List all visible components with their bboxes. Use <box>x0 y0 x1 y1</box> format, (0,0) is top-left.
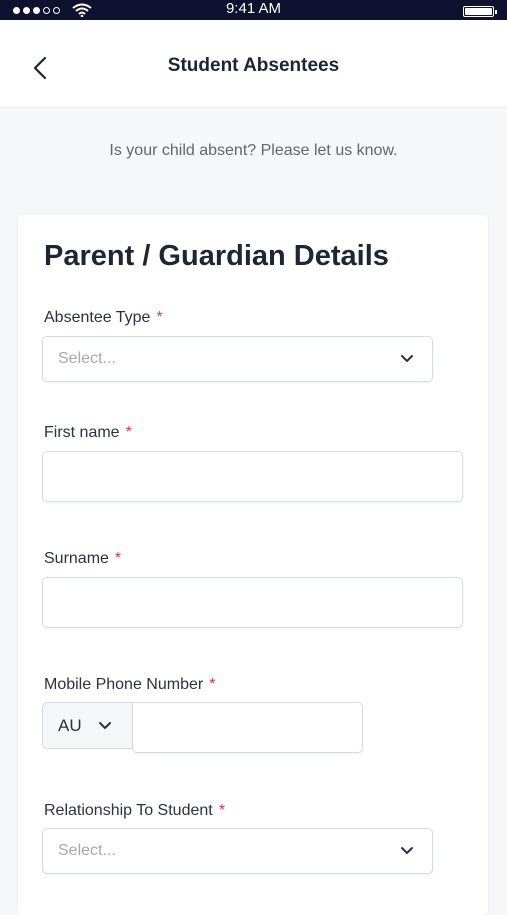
mobile-phone-label: Mobile Phone Number * <box>44 676 216 693</box>
relationship-label: Relationship To Student * <box>44 802 225 819</box>
page-title: Student Absentees <box>167 55 340 76</box>
required-marker: * <box>209 676 216 693</box>
required-marker: * <box>125 424 132 441</box>
status-bar: 9:41 AM <box>0 0 507 20</box>
navigation-bar: Student Absentees <box>0 20 507 108</box>
relationship-select[interactable]: Select... <box>42 828 433 874</box>
parent-guardian-form: Parent / Guardian Details Absentee Type *… <box>18 215 488 915</box>
mobile-phone-field[interactable] <box>132 702 363 753</box>
chevron-down-icon <box>401 355 413 362</box>
country-code-select[interactable]: AU <box>42 702 133 749</box>
battery-icon <box>463 6 497 17</box>
absentee-type-placeholder: Select... <box>58 350 116 367</box>
intro-text: Is your child absent? Please let us know… <box>109 142 398 159</box>
relationship-placeholder: Select... <box>58 842 116 859</box>
absentee-type-select[interactable]: Select... <box>42 336 433 382</box>
chevron-down-icon <box>401 847 413 854</box>
form-title: Parent / Guardian Details <box>44 240 389 272</box>
status-time: 9:41 AM <box>225 0 282 17</box>
absentee-type-label: Absentee Type * <box>44 309 163 326</box>
surname-field[interactable] <box>42 577 463 628</box>
first-name-field[interactable] <box>42 451 463 502</box>
first-name-label: First name * <box>44 424 132 441</box>
required-marker: * <box>114 550 122 567</box>
country-code-value: AU <box>58 716 82 735</box>
required-marker: * <box>156 309 163 326</box>
required-marker: * <box>218 802 225 819</box>
surname-label: Surname * <box>44 550 122 567</box>
chevron-down-icon <box>99 722 111 729</box>
